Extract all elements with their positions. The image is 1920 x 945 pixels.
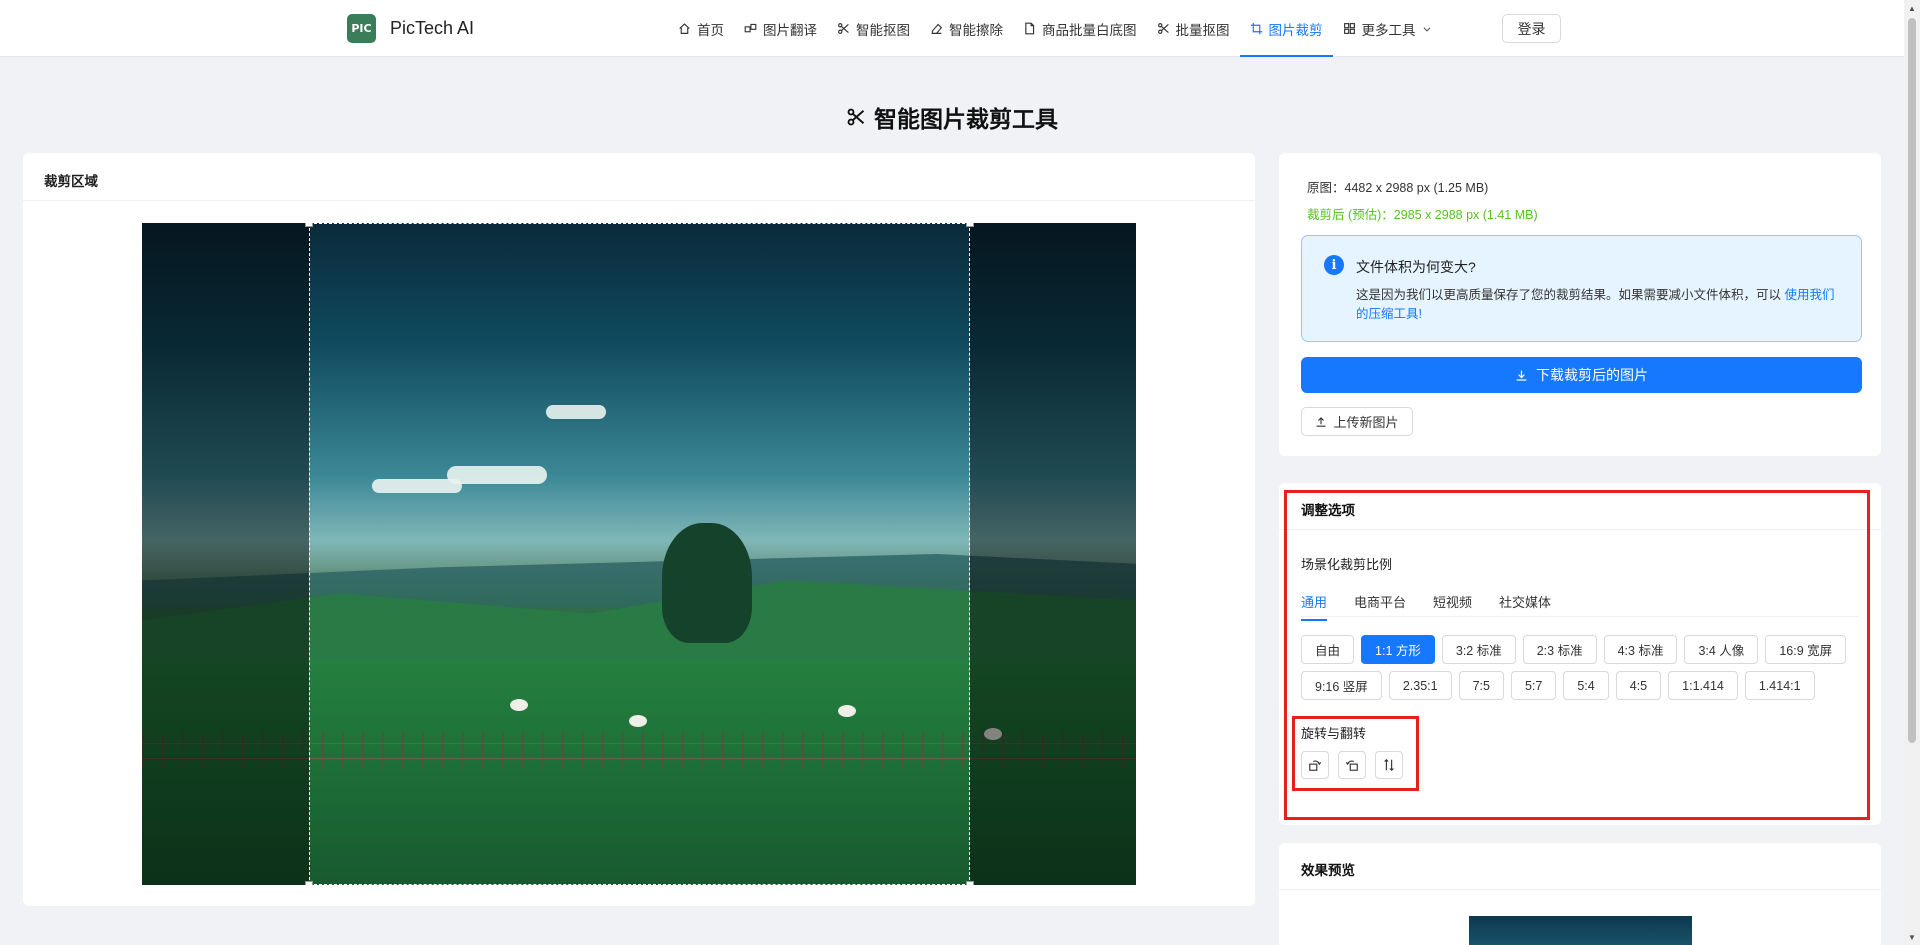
- chevron-down-icon: [1423, 26, 1430, 32]
- brand[interactable]: PIC PicTech AI: [347, 14, 474, 43]
- divider: [1279, 529, 1881, 530]
- ratio-button-4-5[interactable]: 4:5: [1615, 671, 1662, 700]
- nav-item-label: 图片裁剪: [1268, 22, 1323, 38]
- adjust-options-title: 调整选项: [1301, 503, 1355, 518]
- ratio-button-7-5[interactable]: 7:5: [1458, 671, 1504, 700]
- scroll-up-arrow[interactable]: ▲: [1904, 0, 1920, 16]
- download-icon: [1516, 370, 1527, 381]
- brand-logo: PIC: [347, 14, 376, 43]
- info-icon: i: [1324, 255, 1344, 275]
- download-button-label: 下载裁剪后的图片: [1536, 367, 1648, 383]
- ratio-button-4-3[interactable]: 4:3 标准: [1603, 635, 1678, 664]
- download-cropped-button[interactable]: 下载裁剪后的图片: [1301, 357, 1862, 393]
- nav-item-batch-cutout[interactable]: 批量抠图: [1147, 0, 1240, 57]
- scissors-icon: [838, 23, 849, 34]
- nav-item-label: 智能擦除: [949, 22, 1003, 38]
- scissors-icon: [1157, 23, 1169, 34]
- nav-item-label: 图片翻译: [763, 22, 817, 38]
- ratio-button-9-16[interactable]: 9:16 竖屏: [1301, 671, 1382, 700]
- upload-icon: [1316, 416, 1326, 427]
- crop-handle-top-right[interactable]: [966, 223, 974, 227]
- rotate-left-button[interactable]: [1301, 751, 1329, 779]
- login-button[interactable]: 登录: [1502, 14, 1561, 43]
- scroll-down-arrow[interactable]: ▼: [1904, 929, 1920, 945]
- document-icon: [1025, 22, 1035, 35]
- crop-selection-box[interactable]: [305, 223, 974, 885]
- flip-vertical-icon: [1384, 758, 1394, 772]
- crop-mask-left: [142, 223, 309, 885]
- scroll-thumb[interactable]: [1908, 18, 1916, 743]
- crop-handle-top-left[interactable]: [305, 223, 313, 227]
- upload-new-image-button[interactable]: 上传新图片: [1301, 407, 1413, 436]
- alert-title: 文件体积为何变大?: [1356, 259, 1476, 275]
- effect-preview-card: 效果预览: [1279, 843, 1881, 945]
- ratio-row-1: 自由 1:1 方形 3:2 标准 2:3 标准 4:3 标准 3:4 人像 16…: [1301, 635, 1847, 664]
- effect-preview-title: 效果预览: [1301, 863, 1355, 878]
- crop-image[interactable]: [142, 223, 1136, 885]
- ratio-section-label: 场景化裁剪比例: [1301, 557, 1393, 572]
- rotate-flip-controls: [1301, 751, 1403, 779]
- nav-item-more-tools[interactable]: 更多工具: [1333, 0, 1442, 57]
- ratio-button-2-35-1[interactable]: 2.35:1: [1388, 671, 1452, 700]
- ratio-button-5-4[interactable]: 5:4: [1563, 671, 1609, 700]
- nav-item-label: 商品批量白底图: [1042, 22, 1137, 38]
- nav-item-erase[interactable]: 智能擦除: [920, 0, 1013, 57]
- ratio-button-1-1[interactable]: 1:1 方形: [1361, 635, 1435, 664]
- nav-item-label: 首页: [697, 22, 724, 38]
- ratio-button-3-2[interactable]: 3:2 标准: [1441, 635, 1516, 664]
- divider: [1279, 889, 1881, 890]
- rotate-right-icon: [1345, 760, 1358, 771]
- ratio-row-2: 9:16 竖屏 2.35:1 7:5 5:7 5:4 4:5 1:1.414 1…: [1301, 671, 1815, 700]
- ratio-button-5-7[interactable]: 5:7: [1510, 671, 1557, 700]
- ratio-button-free[interactable]: 自由: [1301, 635, 1355, 664]
- crop-mask-right: [970, 223, 1136, 885]
- ratio-button-1-1414[interactable]: 1:1.414: [1668, 671, 1738, 700]
- alert-body-text: 这是因为我们以更高质量保存了您的裁剪结果。如果需要减小文件体积，可以: [1356, 288, 1785, 302]
- nav-item-batch-white-bg[interactable]: 商品批量白底图: [1013, 0, 1147, 57]
- rotate-left-icon: [1309, 760, 1322, 771]
- crop-handle-bottom-left[interactable]: [305, 881, 313, 885]
- adjust-options-card: 调整选项 场景化裁剪比例 通用 电商平台 短视频 社交媒体 自由 1:1 方形 …: [1279, 483, 1881, 825]
- nav-item-cutout[interactable]: 智能抠图: [827, 0, 920, 57]
- upload-button-label: 上传新图片: [1333, 415, 1399, 430]
- crop-area-card: 裁剪区域: [23, 153, 1255, 906]
- original-size-text: 原图：4482 x 2988 px (1.25 MB): [1307, 181, 1489, 195]
- preview-thumbnail: [1469, 916, 1692, 945]
- alert-body: 这是因为我们以更高质量保存了您的裁剪结果。如果需要减小文件体积，可以 使用我们的…: [1356, 286, 1846, 324]
- flip-vertical-button[interactable]: [1375, 751, 1403, 779]
- translate-icon: [744, 23, 757, 33]
- file-size-alert: i 文件体积为何变大? 这是因为我们以更高质量保存了您的裁剪结果。如果需要减小文…: [1301, 235, 1862, 342]
- page-scrollbar[interactable]: ▲ ▼: [1904, 0, 1920, 945]
- page-title-text: 智能图片裁剪工具: [874, 106, 1058, 132]
- rotate-right-button[interactable]: [1338, 751, 1366, 779]
- home-icon: [679, 23, 690, 34]
- nav-item-label: 批量抠图: [1175, 22, 1230, 38]
- tabs-underline: [1301, 616, 1859, 617]
- nav-item-translate[interactable]: 图片翻译: [734, 0, 827, 57]
- eraser-icon: [931, 23, 943, 34]
- nav-item-label: 智能抠图: [856, 22, 910, 38]
- nav-item-home[interactable]: 首页: [668, 0, 734, 57]
- brand-name: PicTech AI: [390, 18, 475, 38]
- nav-item-label: 更多工具: [1361, 22, 1416, 38]
- ratio-button-16-9[interactable]: 16:9 宽屏: [1765, 635, 1847, 664]
- ratio-button-2-3[interactable]: 2:3 标准: [1522, 635, 1597, 664]
- grid-icon: [1343, 23, 1355, 34]
- cropped-size-text: 裁剪后 (预估)：2985 x 2988 px (1.41 MB): [1307, 208, 1538, 222]
- scissors-icon: [847, 108, 865, 126]
- page-title: 智能图片裁剪工具: [0, 100, 1904, 134]
- nav-item-crop[interactable]: 图片裁剪: [1239, 0, 1333, 57]
- image-info-card: 原图：4482 x 2988 px (1.25 MB) 裁剪后 (预估)：298…: [1279, 153, 1881, 456]
- crop-area-title: 裁剪区域: [23, 153, 1255, 201]
- top-navbar: PIC PicTech AI 首页 图片翻译 智能抠图 智能擦除 商品批量白底图…: [0, 0, 1904, 57]
- ratio-button-1414-1[interactable]: 1.414:1: [1744, 671, 1815, 700]
- rotate-section-label: 旋转与翻转: [1301, 726, 1367, 741]
- ratio-button-3-4[interactable]: 3:4 人像: [1684, 635, 1759, 664]
- main-nav: 首页 图片翻译 智能抠图 智能擦除 商品批量白底图 批量抠图 图片裁剪 更多工具: [668, 0, 1442, 57]
- crop-icon: [1250, 22, 1262, 35]
- crop-handle-bottom-right[interactable]: [966, 881, 974, 885]
